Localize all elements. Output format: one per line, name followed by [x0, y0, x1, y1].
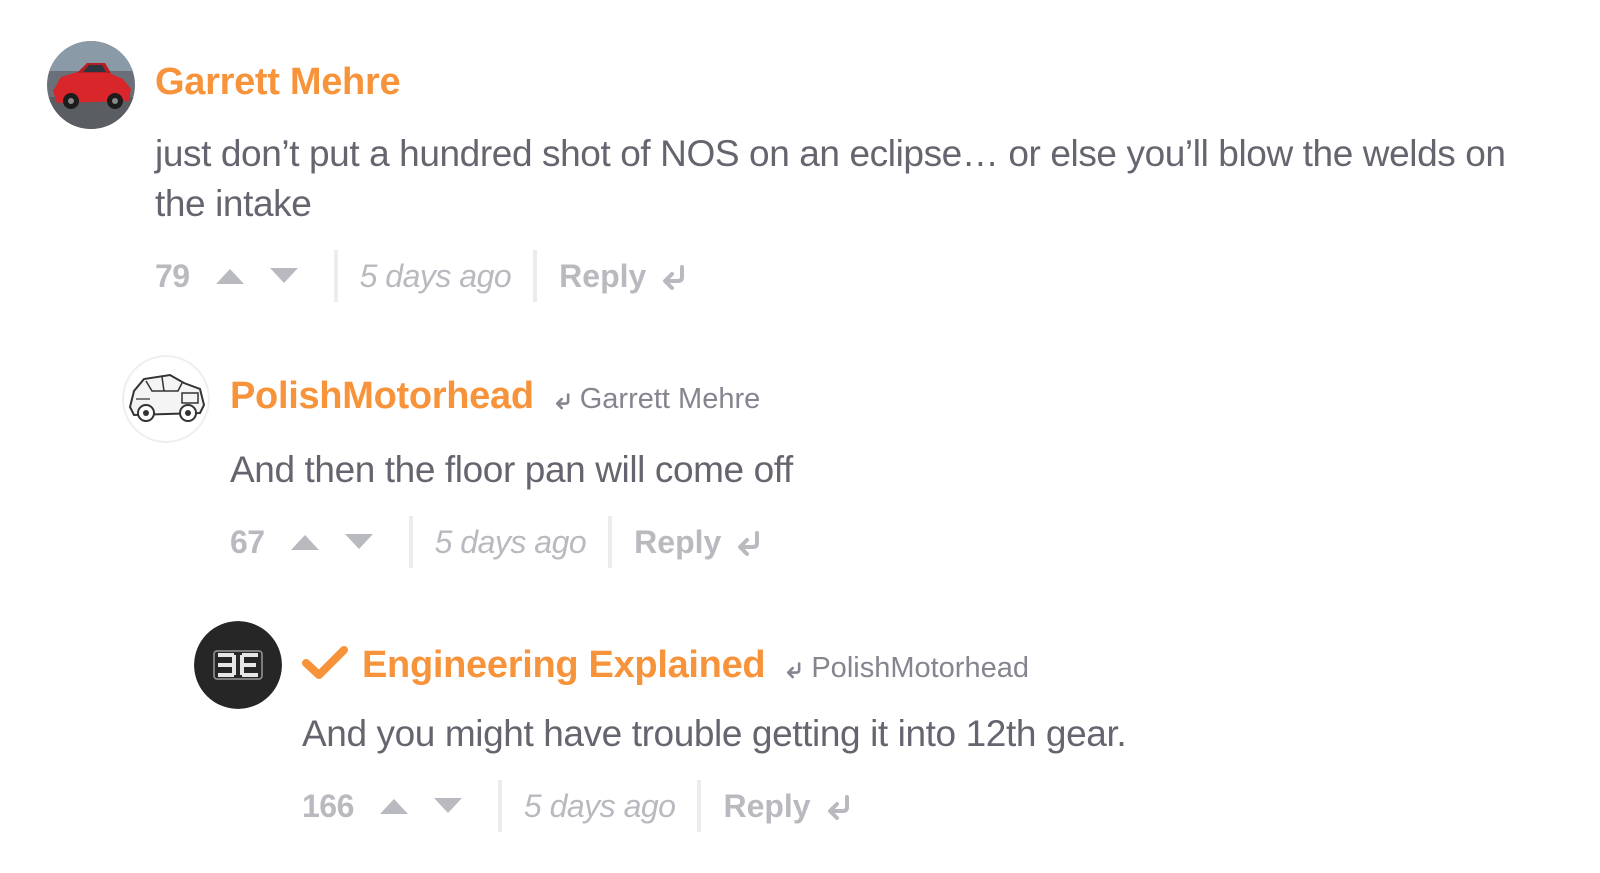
in-reply-to-name: Garrett Mehre — [579, 383, 761, 415]
comment-actions: 79 5 days ago Reply — [155, 249, 688, 303]
reply-arrow-icon — [825, 792, 853, 820]
reply-button[interactable]: Reply — [634, 524, 763, 561]
red-car-avatar-icon — [47, 41, 135, 129]
comment-header: Garrett Mehre — [155, 61, 401, 104]
reply-label: Reply — [559, 257, 647, 294]
comment-header: PolishMotorhead Garrett Mehre — [230, 375, 760, 418]
reply-arrow-icon — [660, 262, 688, 290]
ee-logo-avatar-icon — [194, 621, 282, 709]
comment-thread: Garrett Mehre just don’t put a hundred s… — [0, 0, 1600, 873]
reply-button[interactable]: Reply — [559, 258, 688, 295]
timestamp[interactable]: 5 days ago — [360, 258, 512, 295]
upvote-icon[interactable] — [378, 796, 410, 816]
upvote-icon[interactable] — [214, 266, 246, 286]
author-name[interactable]: Engineering Explained — [362, 644, 766, 687]
comment-text: And then the floor pan will come off — [230, 449, 793, 490]
car-sketch-avatar-icon — [122, 355, 210, 443]
divider — [497, 780, 502, 832]
reply-label: Reply — [723, 787, 811, 824]
author-name[interactable]: Garrett Mehre — [155, 61, 401, 104]
in-reply-to[interactable]: Garrett Mehre — [554, 383, 761, 416]
divider — [608, 516, 613, 568]
reply-label: Reply — [634, 523, 722, 560]
downvote-icon[interactable] — [268, 266, 300, 286]
timestamp[interactable]: 5 days ago — [524, 788, 676, 825]
comment-text: just don’t put a hundred shot of NOS on … — [155, 133, 1506, 224]
reply-arrow-icon — [735, 528, 763, 556]
divider — [533, 250, 538, 302]
vote-score: 79 — [155, 257, 190, 294]
reply-button[interactable]: Reply — [723, 788, 852, 825]
comment-header: Engineering Explained PolishMotorhead — [302, 641, 1029, 687]
comment-actions: 166 5 days ago Reply — [302, 779, 853, 833]
timestamp[interactable]: 5 days ago — [435, 524, 587, 561]
verified-check-icon — [302, 645, 348, 681]
divider — [408, 516, 413, 568]
avatar[interactable] — [194, 621, 282, 709]
vote-score: 67 — [230, 523, 265, 560]
reply-arrow-icon — [785, 654, 803, 679]
divider — [333, 250, 338, 302]
downvote-icon[interactable] — [343, 532, 375, 552]
vote-score: 166 — [302, 787, 354, 824]
upvote-icon[interactable] — [289, 532, 321, 552]
in-reply-to-name: PolishMotorhead — [811, 652, 1029, 684]
in-reply-to[interactable]: PolishMotorhead — [785, 652, 1029, 685]
reply-arrow-icon — [554, 385, 572, 410]
avatar[interactable] — [47, 41, 135, 129]
divider — [697, 780, 702, 832]
avatar[interactable] — [122, 355, 210, 443]
comment-actions: 67 5 days ago Reply — [230, 515, 763, 569]
downvote-icon[interactable] — [432, 796, 464, 816]
author-name[interactable]: PolishMotorhead — [230, 375, 534, 418]
comment-text: And you might have trouble getting it in… — [302, 713, 1127, 754]
